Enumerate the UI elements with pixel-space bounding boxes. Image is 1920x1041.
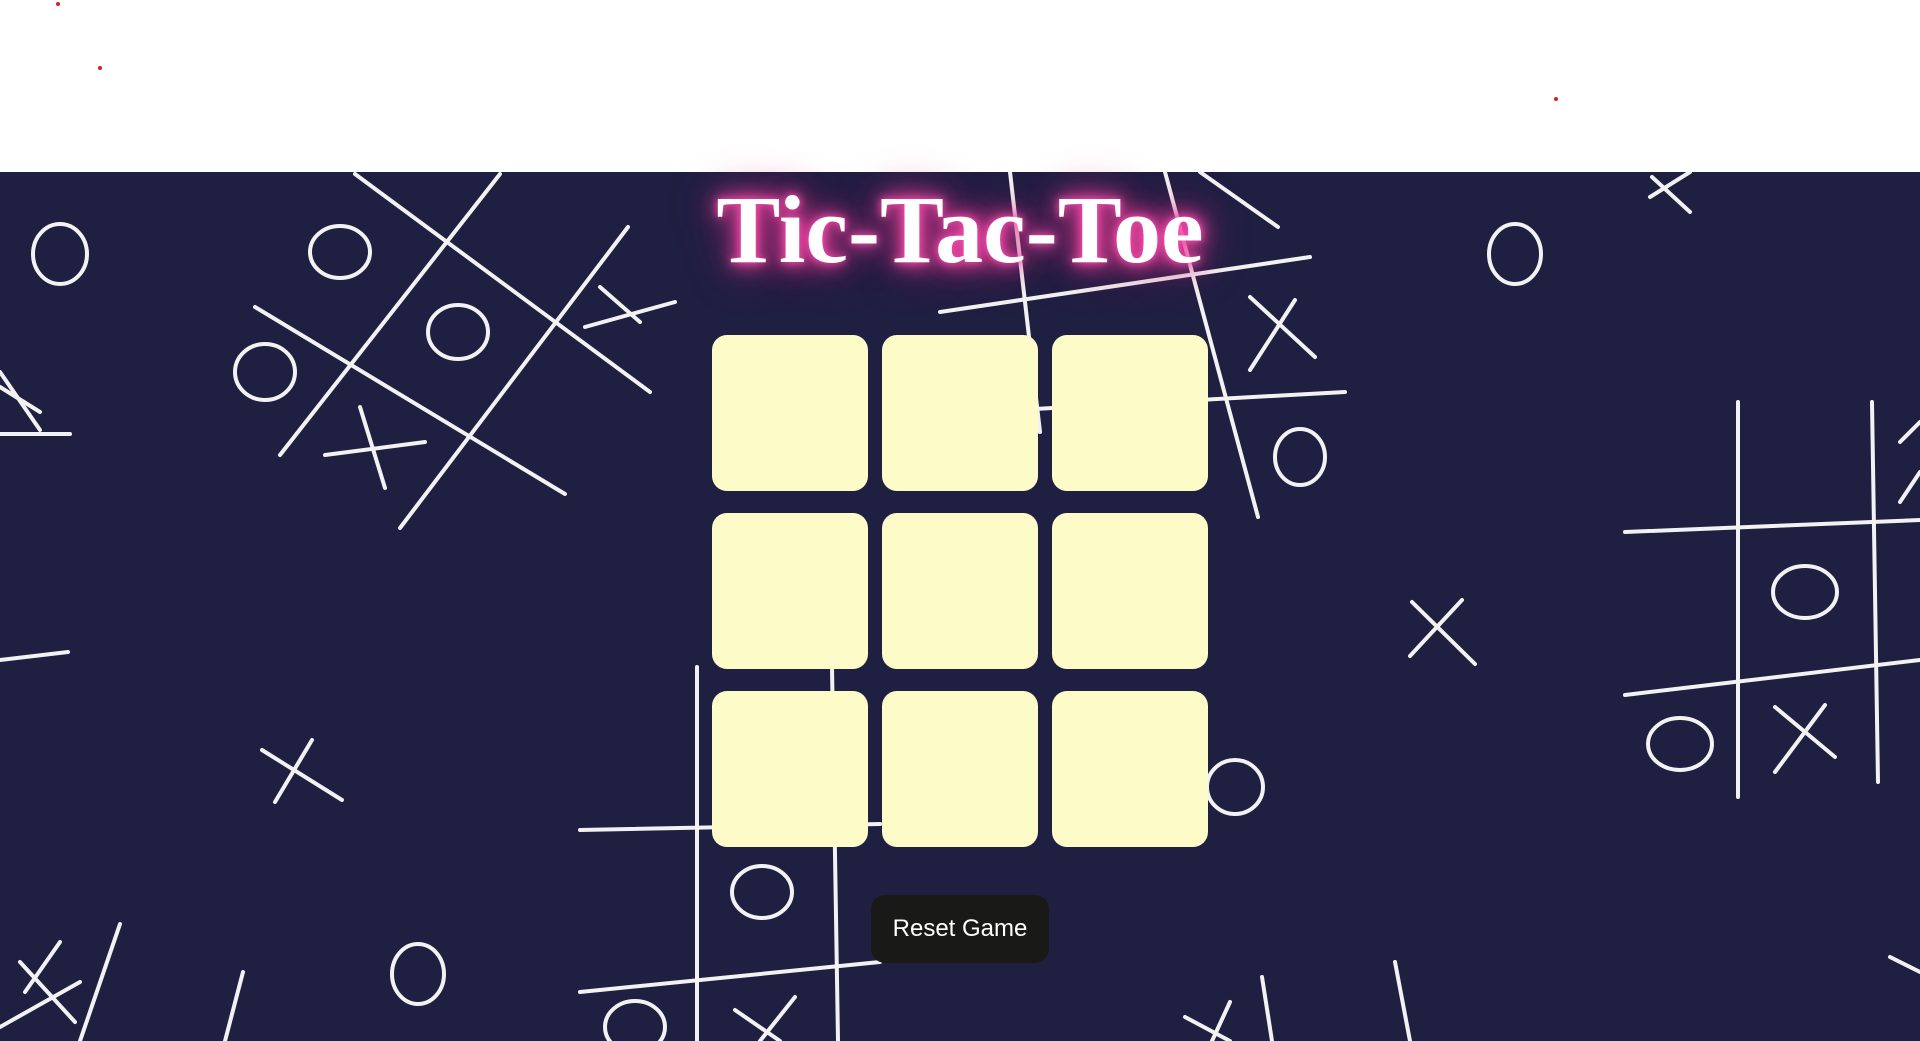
board-cell-4[interactable] (712, 513, 868, 669)
page: Tic-Tac-Toe Reset Game (0, 0, 1920, 1041)
red-dot (1554, 97, 1558, 101)
game-board (712, 335, 1208, 847)
board-cell-1[interactable] (712, 335, 868, 491)
board-cell-3[interactable] (1052, 335, 1208, 491)
board-cell-6[interactable] (1052, 513, 1208, 669)
board-cell-9[interactable] (1052, 691, 1208, 847)
top-blank-area (0, 0, 1920, 172)
board-cell-5[interactable] (882, 513, 1038, 669)
red-dot (98, 66, 102, 70)
board-cell-7[interactable] (712, 691, 868, 847)
board-cell-8[interactable] (882, 691, 1038, 847)
red-dot (56, 2, 60, 6)
page-title: Tic-Tac-Toe (716, 176, 1204, 283)
board-cell-2[interactable] (882, 335, 1038, 491)
reset-game-button[interactable]: Reset Game (871, 895, 1049, 963)
